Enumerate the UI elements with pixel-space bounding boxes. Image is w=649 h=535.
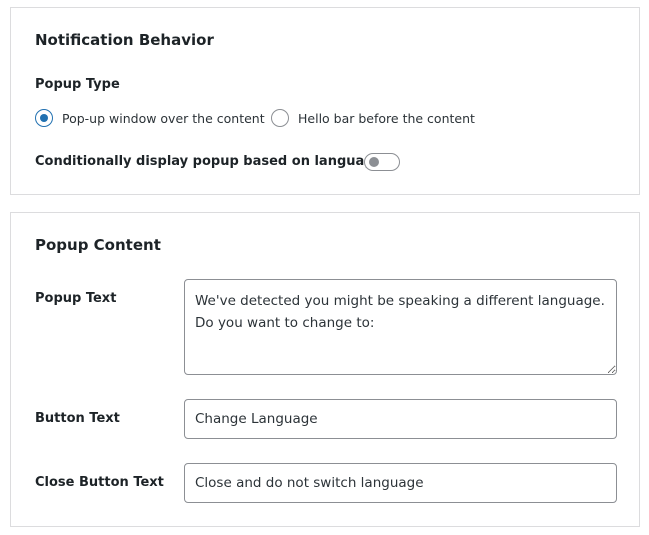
popup-content-panel: Popup Content Popup Text We've detected … xyxy=(10,212,640,527)
radio-popup-window-label: Pop-up window over the content xyxy=(62,110,265,126)
conditional-display-label: Conditionally display popup based on lan… xyxy=(35,154,383,169)
close-button-text-input[interactable] xyxy=(184,463,617,503)
notification-behavior-panel: Notification Behavior Popup Type Pop-up … xyxy=(10,7,640,195)
toggle-knob xyxy=(369,157,379,167)
notification-behavior-title: Notification Behavior xyxy=(35,31,214,49)
conditional-display-toggle[interactable] xyxy=(364,153,400,171)
popup-text-label: Popup Text xyxy=(35,291,117,306)
popup-content-title: Popup Content xyxy=(35,236,161,254)
radio-popup-window-indicator[interactable] xyxy=(35,109,53,127)
button-text-label: Button Text xyxy=(35,411,120,426)
popup-text-textarea[interactable]: We've detected you might be speaking a d… xyxy=(184,279,617,375)
radio-hello-bar-indicator[interactable] xyxy=(271,109,289,127)
button-text-input[interactable] xyxy=(184,399,617,439)
radio-hello-bar-label: Hello bar before the content xyxy=(298,110,475,126)
popup-type-label: Popup Type xyxy=(35,77,120,92)
close-button-text-label: Close Button Text xyxy=(35,475,164,490)
radio-hello-bar[interactable]: Hello bar before the content xyxy=(271,109,475,127)
radio-popup-window[interactable]: Pop-up window over the content xyxy=(35,109,265,127)
